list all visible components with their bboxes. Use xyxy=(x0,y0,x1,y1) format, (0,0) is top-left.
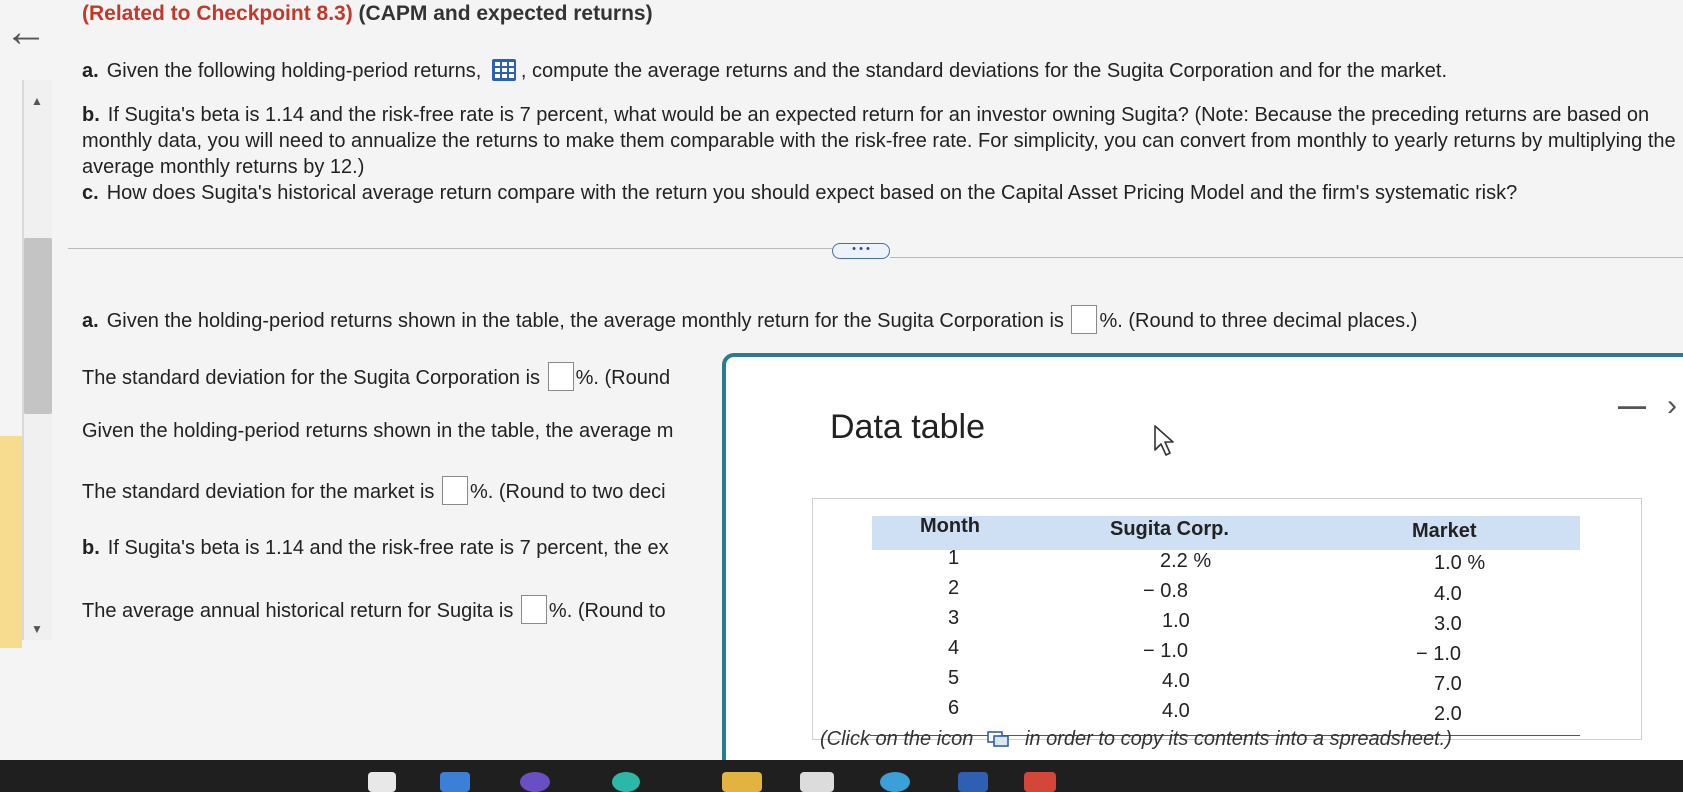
copy-spreadsheet-icon[interactable] xyxy=(987,731,1009,747)
cell-sugita: 1.0 xyxy=(1162,610,1190,632)
mouse-cursor-icon xyxy=(1154,425,1174,456)
cell-month: 3 xyxy=(948,607,960,629)
answer-b-label: b. xyxy=(82,537,100,559)
answer-text: %. (Round xyxy=(575,367,671,389)
minimize-icon[interactable]: — xyxy=(1618,390,1646,422)
question-b-text: If Sugita's beta is 1.14 and the risk-fr… xyxy=(82,104,1676,178)
question-a-text-end: , compute the average returns and the st… xyxy=(520,60,1448,82)
taskbar-browser-icon[interactable] xyxy=(880,772,910,792)
answer-a-market-std: The standard deviation for the market is… xyxy=(82,476,666,505)
cell-market: 7.0 xyxy=(1434,673,1462,695)
cell-month: 4 xyxy=(948,637,960,659)
taskbar-word-icon[interactable] xyxy=(958,772,988,792)
cell-market: 2.0 xyxy=(1434,703,1462,725)
chevron-right-icon: › xyxy=(1667,389,1677,422)
question-b: b. If Sugita's beta is 1.14 and the risk-… xyxy=(82,102,1678,180)
question-c-label: c. xyxy=(82,182,99,204)
question-c: c. How does Sugita's historical average r… xyxy=(82,180,1678,206)
data-table-grid-icon[interactable] xyxy=(491,58,517,82)
page: ← (Related to Checkpoint 8.3) (CAPM and … xyxy=(0,0,1683,792)
cell-market: 3.0 xyxy=(1434,613,1462,635)
question-a: a. Given the following holding-period ret… xyxy=(82,58,1642,84)
answer-a-sugita-average: a. Given the holding-period returns shown… xyxy=(82,305,1417,334)
sugita-annual-return-input[interactable] xyxy=(520,595,547,624)
answer-text: If Sugita's beta is 1.14 and the risk-fr… xyxy=(107,537,669,559)
answer-text: %. (Round to three decimal places.) xyxy=(1099,310,1418,332)
divider-right xyxy=(890,257,1683,258)
cell-market: 1.0 % xyxy=(1434,552,1486,574)
cell-month: 2 xyxy=(948,577,960,599)
checkpoint-reference: (Related to Checkpoint 8.3) xyxy=(82,2,353,25)
cell-sugita: − 1.0 xyxy=(1143,640,1189,662)
cell-market: 4.0 xyxy=(1434,583,1462,605)
taskbar-folder-icon[interactable] xyxy=(722,772,762,792)
cell-month: 1 xyxy=(948,547,960,569)
sugita-std-input[interactable] xyxy=(547,362,574,391)
popup-title: Data table xyxy=(830,408,985,446)
answer-a-label: a. xyxy=(82,310,99,332)
side-highlight-strip xyxy=(0,436,22,648)
taskbar-store-icon[interactable] xyxy=(800,772,834,792)
cell-sugita: 4.0 xyxy=(1162,670,1190,692)
answer-text: %. (Round to two deci xyxy=(469,481,666,503)
answer-b-expected: b. If Sugita's beta is 1.14 and the risk-… xyxy=(82,537,669,560)
question-a-text-start: Given the following holding-period retur… xyxy=(106,60,482,82)
scroll-down-icon[interactable]: ▼ xyxy=(31,622,43,636)
taskbar-app-icon[interactable] xyxy=(440,772,470,792)
scrollbar-thumb[interactable] xyxy=(24,238,52,414)
question-b-label: b. xyxy=(82,104,100,126)
answer-b-historical: The average annual historical return for… xyxy=(82,595,666,624)
scroll-up-icon[interactable]: ▲ xyxy=(31,94,43,108)
sugita-average-input[interactable] xyxy=(1071,305,1098,334)
cell-month: 5 xyxy=(948,667,960,689)
answer-text: The standard deviation for the market is xyxy=(82,481,435,503)
taskbar xyxy=(0,760,1683,792)
column-header-sugita: Sugita Corp. xyxy=(1110,518,1229,540)
page-title: (Related to Checkpoint 8.3) (CAPM and ex… xyxy=(82,2,653,26)
answer-text: %. (Round to xyxy=(548,600,666,622)
answer-a-market-average: Given the holding-period returns shown i… xyxy=(82,420,673,443)
cell-sugita: − 0.8 xyxy=(1143,580,1189,602)
cell-market: − 1.0 xyxy=(1416,643,1462,665)
back-arrow-icon[interactable]: ← xyxy=(4,10,48,54)
cell-sugita: 2.2 % xyxy=(1160,550,1212,572)
taskbar-file-icon[interactable] xyxy=(368,772,396,792)
market-std-input[interactable] xyxy=(441,476,468,505)
note-text: (Click on the icon xyxy=(820,728,974,750)
title-text: (CAPM and expected returns) xyxy=(358,2,653,25)
column-header-market: Market xyxy=(1412,520,1477,542)
note-text: in order to copy its contents into a spr… xyxy=(1024,728,1452,750)
question-a-label: a. xyxy=(82,60,99,82)
answer-text: The standard deviation for the Sugita Co… xyxy=(82,367,541,389)
taskbar-edge-icon[interactable] xyxy=(612,772,640,792)
answer-text: Given the holding-period returns shown i… xyxy=(106,310,1064,332)
cell-month: 6 xyxy=(948,697,960,719)
taskbar-profile-icon[interactable] xyxy=(520,772,550,792)
question-c-text: How does Sugita's historical average ret… xyxy=(106,182,1518,204)
expand-more-button[interactable]: • • • xyxy=(832,243,890,259)
answer-text: Given the holding-period returns shown i… xyxy=(82,420,674,442)
copy-instruction: (Click on the icon in order to copy its … xyxy=(820,728,1452,751)
column-header-month: Month xyxy=(920,515,980,537)
taskbar-mail-icon[interactable] xyxy=(1024,772,1056,792)
cell-sugita: 4.0 xyxy=(1162,700,1190,722)
answer-text: The average annual historical return for… xyxy=(82,600,514,622)
divider-left xyxy=(68,248,832,249)
answer-a-sugita-std: The standard deviation for the Sugita Co… xyxy=(82,362,670,391)
